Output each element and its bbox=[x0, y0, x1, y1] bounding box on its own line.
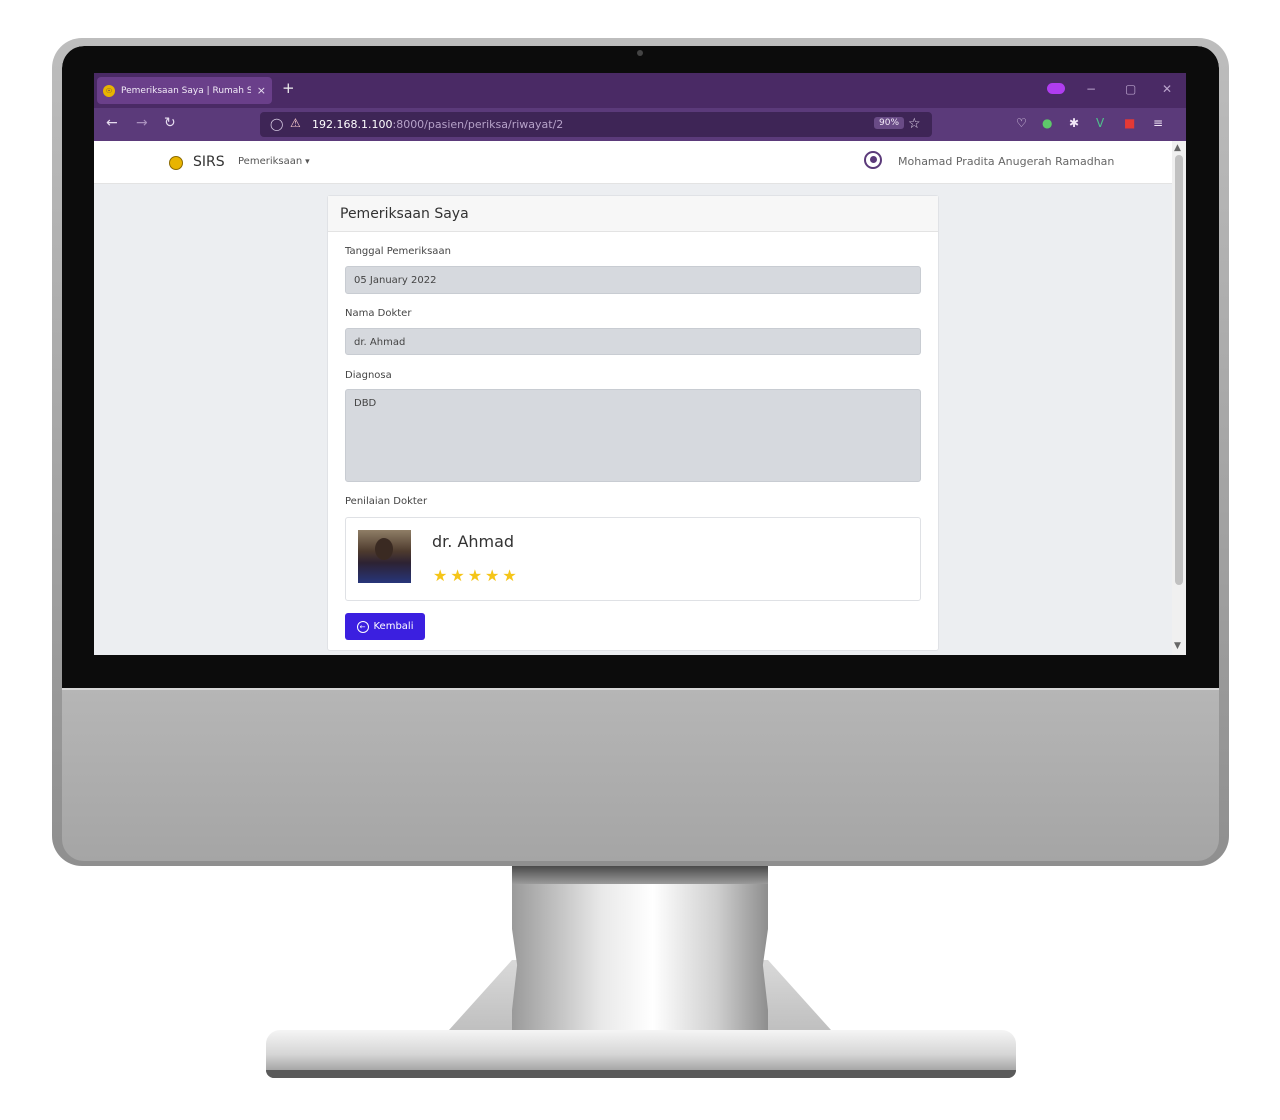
site-navbar: SIRS Pemeriksaan Mohamad Pradita Anugera… bbox=[94, 141, 1172, 184]
arrow-left-circle-icon: ← bbox=[356, 620, 369, 633]
tab-title: Pemeriksaan Saya | Rumah Saki bbox=[121, 85, 251, 96]
close-tab-icon[interactable]: × bbox=[257, 84, 266, 97]
browser-tab[interactable]: ☉ Pemeriksaan Saya | Rumah Saki × bbox=[97, 77, 272, 104]
star-icon[interactable]: ★ bbox=[450, 568, 464, 584]
url-text[interactable]: 192.168.1.100:8000/pasien/periksa/riwaya… bbox=[312, 118, 563, 131]
card-header: Pemeriksaan Saya bbox=[328, 196, 938, 232]
penilaian-label: Penilaian Dokter bbox=[345, 496, 428, 507]
dokter-field[interactable]: dr. Ahmad bbox=[345, 328, 921, 355]
stand-neck-shadow bbox=[512, 866, 768, 884]
favicon-icon: ☉ bbox=[103, 84, 115, 97]
star-rating[interactable]: ★ ★ ★ ★ ★ bbox=[433, 566, 520, 585]
menu-icon[interactable]: ≡ bbox=[1153, 117, 1163, 129]
star-icon[interactable]: ★ bbox=[502, 568, 516, 584]
doctor-rating-card: dr. Ahmad ★ ★ ★ ★ ★ bbox=[345, 517, 921, 601]
back-arrow-icon[interactable]: ← bbox=[106, 116, 118, 130]
page-scrollbar[interactable]: ▲ ▼ bbox=[1172, 141, 1186, 655]
dokter-label: Nama Dokter bbox=[345, 308, 412, 319]
exam-card: Pemeriksaan Saya Tanggal Pemeriksaan 05 … bbox=[327, 195, 939, 651]
url-bar[interactable]: ◯ ⚠ 192.168.1.100:8000/pasien/periksa/ri… bbox=[260, 112, 932, 137]
shield-icon[interactable]: ◯ bbox=[270, 117, 283, 131]
laravel-extension-icon[interactable]: ■ bbox=[1124, 117, 1135, 129]
web-page: SIRS Pemeriksaan Mohamad Pradita Anugera… bbox=[94, 141, 1172, 655]
close-window-icon[interactable]: ✕ bbox=[1162, 82, 1172, 96]
back-button[interactable]: ← Kembali bbox=[345, 613, 425, 640]
insecure-lock-icon[interactable]: ⚠ bbox=[290, 116, 301, 130]
star-icon[interactable]: ★ bbox=[433, 568, 447, 584]
bookmark-star-icon[interactable]: ☆ bbox=[908, 116, 921, 132]
tanggal-field[interactable]: 05 January 2022 bbox=[345, 266, 921, 294]
rating-doctor-name: dr. Ahmad bbox=[432, 532, 515, 551]
stand-foot bbox=[266, 1070, 1016, 1078]
brand-logo-icon[interactable] bbox=[169, 156, 183, 170]
forward-arrow-icon[interactable]: → bbox=[136, 116, 148, 130]
scroll-down-icon[interactable]: ▼ bbox=[1174, 641, 1181, 651]
camera-icon bbox=[637, 50, 643, 56]
extension-icon[interactable]: ● bbox=[1042, 117, 1052, 129]
back-button-label: Kembali bbox=[373, 621, 414, 632]
minimize-icon[interactable]: − bbox=[1086, 82, 1096, 96]
new-tab-button[interactable]: + bbox=[282, 81, 295, 96]
menu-pemeriksaan[interactable]: Pemeriksaan bbox=[238, 156, 310, 167]
stand-neck bbox=[512, 866, 768, 1046]
reload-icon[interactable]: ↻ bbox=[164, 116, 176, 130]
vue-devtools-icon[interactable]: V bbox=[1096, 117, 1104, 129]
restore-icon[interactable]: ▢ bbox=[1125, 82, 1136, 96]
zoom-badge[interactable]: 90% bbox=[874, 117, 905, 129]
page-title: Pemeriksaan Saya bbox=[340, 206, 469, 222]
diagnosa-textarea[interactable]: DBD bbox=[345, 389, 921, 482]
browser-toolbar: ← → ↻ ◯ ⚠ 192.168.1.100:8000/pasien/peri… bbox=[94, 108, 1186, 141]
react-devtools-icon[interactable]: ✱ bbox=[1069, 117, 1079, 129]
doctor-photo-face bbox=[375, 538, 393, 560]
scroll-thumb[interactable] bbox=[1175, 155, 1183, 585]
star-icon[interactable]: ★ bbox=[468, 568, 482, 584]
diagnosa-label: Diagnosa bbox=[345, 370, 392, 381]
browser-window: ☉ Pemeriksaan Saya | Rumah Saki × + − ▢ … bbox=[94, 73, 1186, 655]
tanggal-label: Tanggal Pemeriksaan bbox=[345, 246, 451, 257]
pocket-icon[interactable]: ♡ bbox=[1016, 117, 1027, 129]
user-name[interactable]: Mohamad Pradita Anugerah Ramadhan bbox=[898, 155, 1114, 168]
private-browsing-icon bbox=[1047, 83, 1065, 94]
brand-name[interactable]: SIRS bbox=[193, 154, 225, 170]
star-icon[interactable]: ★ bbox=[485, 568, 499, 584]
doctor-photo bbox=[358, 530, 411, 583]
user-avatar-icon[interactable] bbox=[864, 151, 882, 169]
url-host: 192.168.1.100 bbox=[312, 118, 393, 131]
chin-divider bbox=[62, 688, 1219, 690]
scroll-up-icon[interactable]: ▲ bbox=[1174, 143, 1181, 153]
tab-bar: ☉ Pemeriksaan Saya | Rumah Saki × + − ▢ … bbox=[94, 73, 1186, 108]
url-path: :8000/pasien/periksa/riwayat/2 bbox=[392, 118, 564, 131]
